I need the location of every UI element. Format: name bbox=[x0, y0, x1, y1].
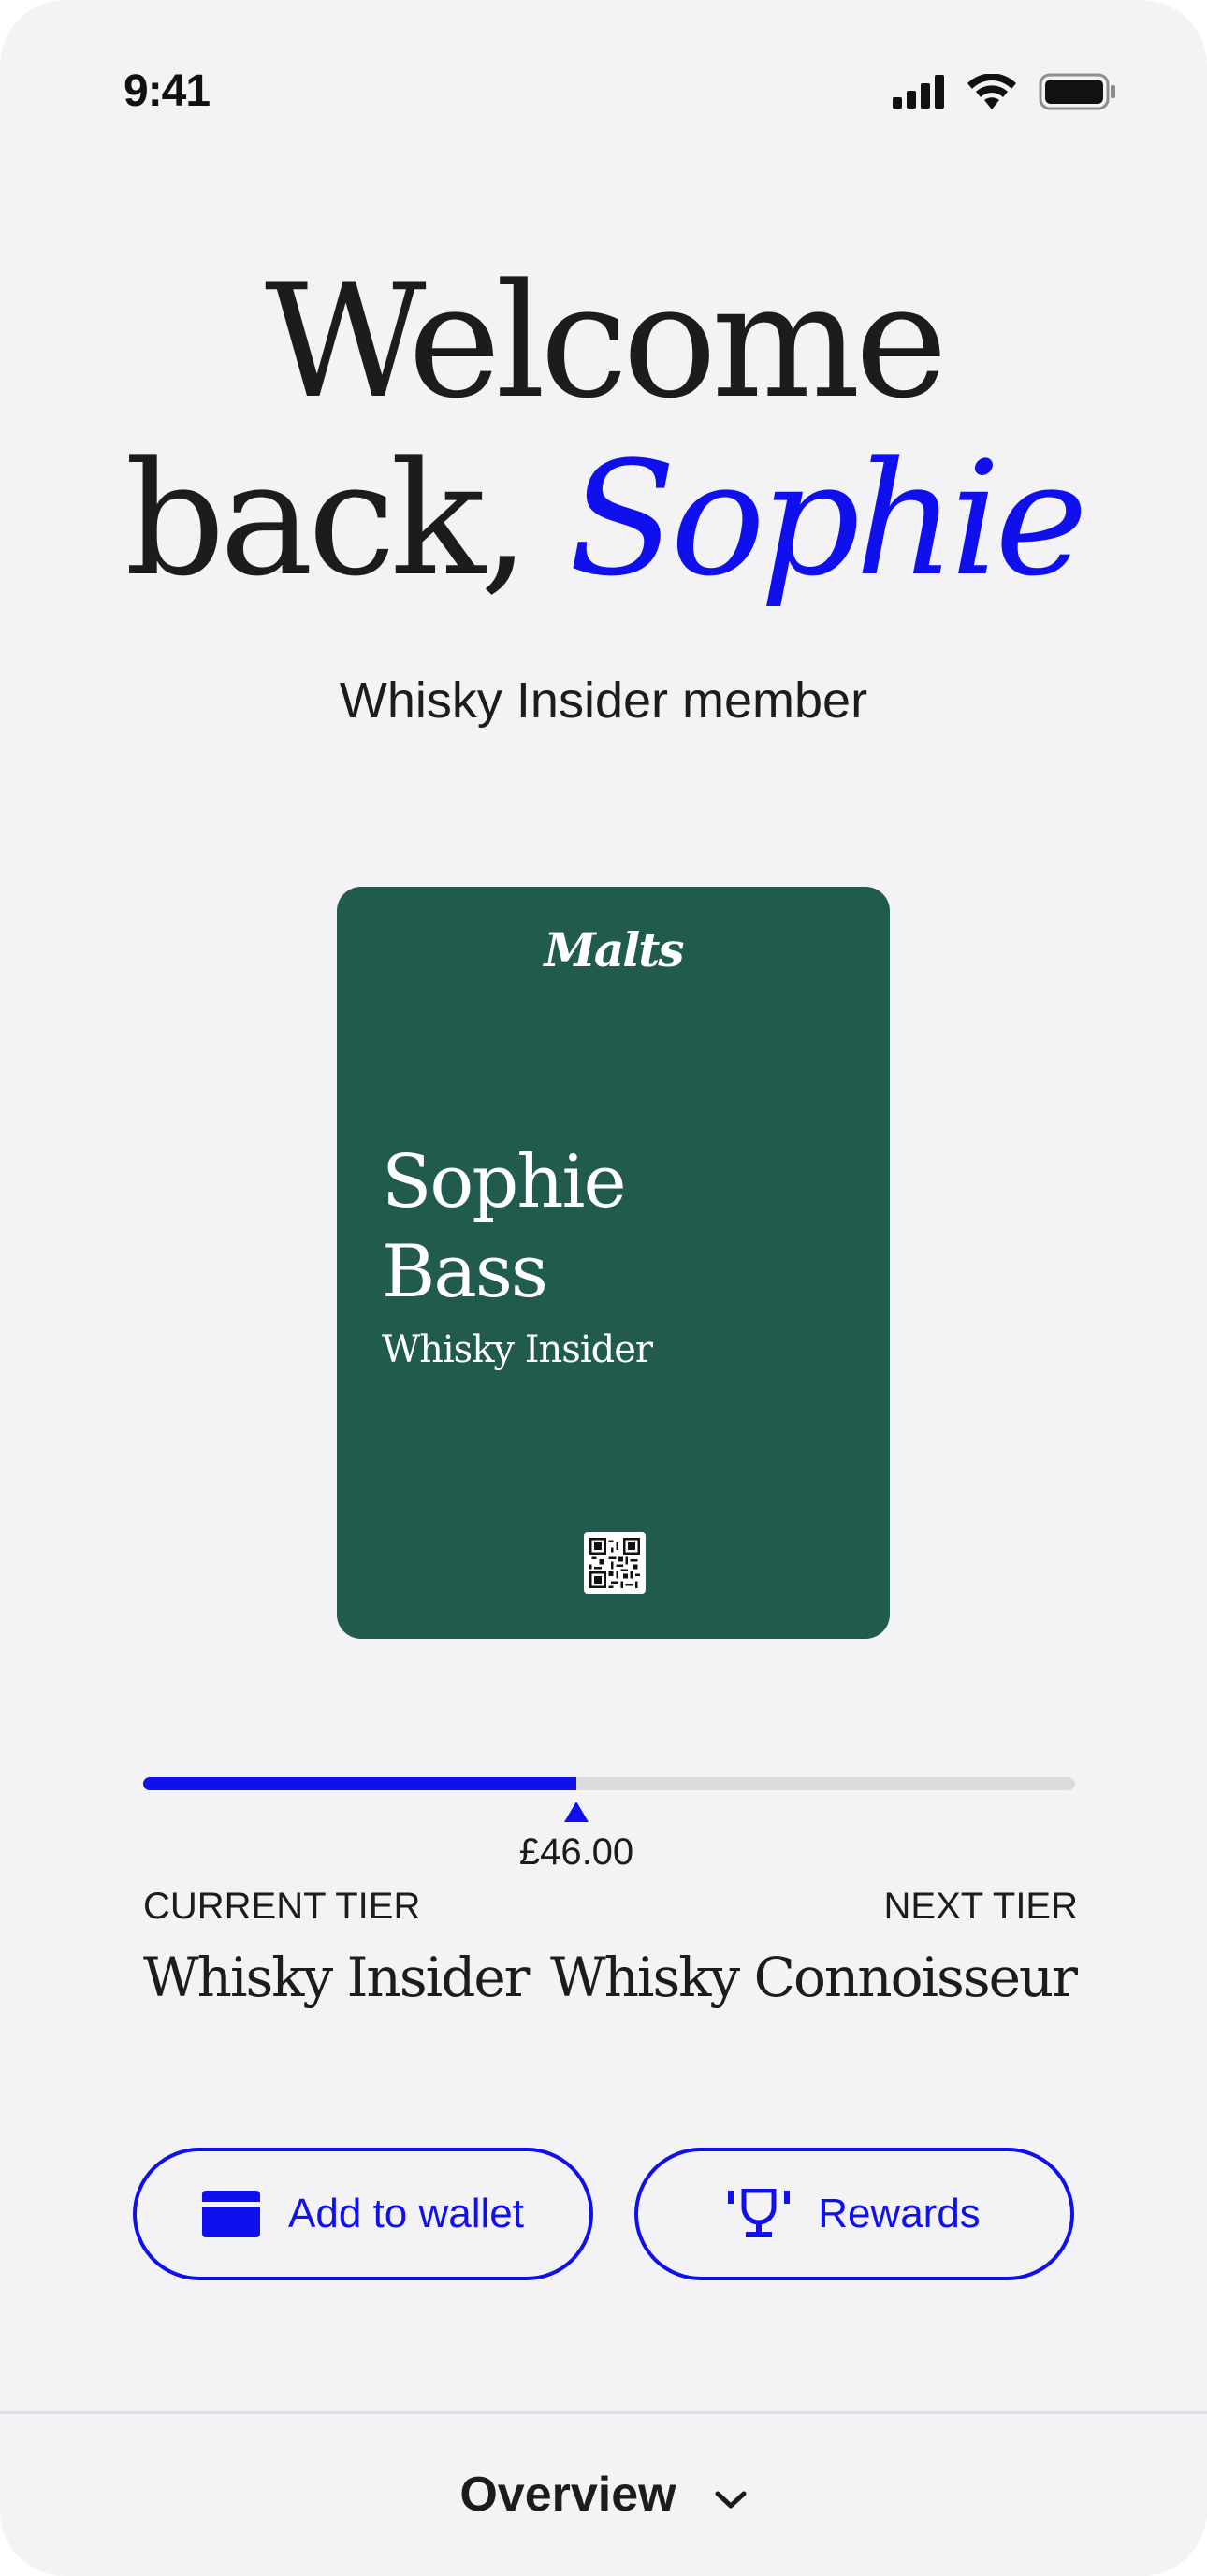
status-bar: 9:41 bbox=[0, 0, 1207, 168]
card-last-name: Bass bbox=[382, 1230, 548, 1314]
rewards-button[interactable]: Rewards bbox=[634, 2148, 1074, 2280]
wifi-icon bbox=[967, 72, 1016, 114]
next-tier-label: NEXT TIER bbox=[883, 1886, 1078, 1927]
card-first-name: Sophie bbox=[382, 1140, 627, 1224]
current-tier-label: CURRENT TIER bbox=[143, 1886, 421, 1927]
tier-progress-fill bbox=[143, 1777, 576, 1790]
chevron-down-icon bbox=[714, 2467, 748, 2523]
welcome-line-2: back, Sophie bbox=[0, 430, 1207, 608]
welcome-prefix: back, bbox=[124, 427, 530, 611]
card-holder-name: Sophie Bass bbox=[382, 1137, 831, 1317]
trophy-icon bbox=[728, 2189, 791, 2239]
welcome-line-1: Welcome bbox=[264, 250, 948, 433]
progress-marker-icon bbox=[564, 1802, 589, 1822]
status-time: 9:41 bbox=[124, 66, 211, 116]
qr-code-icon[interactable] bbox=[584, 1532, 646, 1594]
cellular-signal-icon bbox=[893, 74, 945, 113]
overview-toggle[interactable]: Overview bbox=[0, 2467, 1207, 2523]
welcome-heading: Welcome back, Sophie bbox=[0, 253, 1207, 608]
tier-progress-bar bbox=[143, 1777, 1075, 1790]
progress-amount: £46.00 bbox=[518, 1831, 634, 1873]
app-screen: 9:41 Welcome back, Sophie Whisky Insider… bbox=[0, 0, 1207, 2576]
current-tier-value: Whisky Insider bbox=[143, 1946, 530, 2009]
overview-label: Overview bbox=[459, 2467, 676, 2522]
membership-card[interactable]: Malts Sophie Bass Whisky Insider bbox=[337, 887, 890, 1639]
wallet-card-icon bbox=[202, 2191, 261, 2237]
next-tier-value: Whisky Connoisseur bbox=[549, 1946, 1078, 2009]
battery-icon bbox=[1039, 73, 1117, 115]
bottom-bar[interactable]: Overview bbox=[0, 2411, 1207, 2576]
status-icons bbox=[893, 71, 1117, 116]
rewards-label: Rewards bbox=[818, 2191, 981, 2236]
brand-logo: Malts bbox=[544, 922, 685, 977]
user-first-name: Sophie bbox=[568, 427, 1088, 611]
add-to-wallet-label: Add to wallet bbox=[288, 2191, 524, 2236]
add-to-wallet-button[interactable]: Add to wallet bbox=[133, 2148, 593, 2280]
membership-subtitle: Whisky Insider member bbox=[339, 673, 868, 729]
card-tier: Whisky Insider bbox=[382, 1328, 653, 1371]
